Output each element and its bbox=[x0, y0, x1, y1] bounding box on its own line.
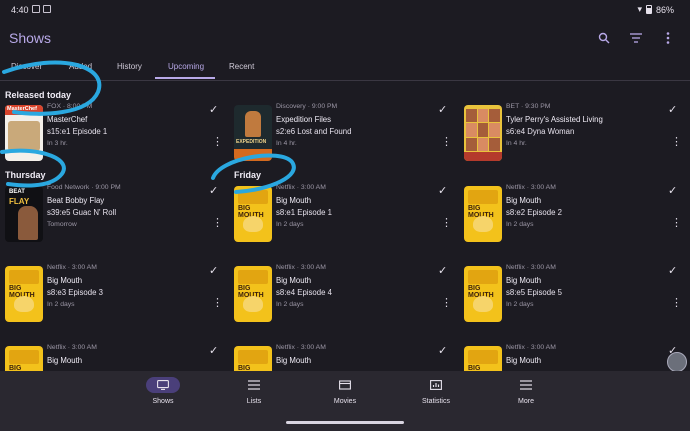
tv-icon bbox=[146, 377, 180, 393]
annotation-stroke bbox=[0, 148, 66, 188]
chart-icon bbox=[419, 377, 453, 393]
nav-label: Statistics bbox=[421, 398, 450, 405]
annotation-strokes bbox=[0, 60, 296, 194]
nav-movies[interactable]: Movies bbox=[310, 377, 380, 405]
nav-statistics[interactable]: Statistics bbox=[401, 377, 471, 405]
nav-label: More bbox=[518, 398, 534, 405]
nav-shows[interactable]: Shows bbox=[128, 377, 198, 405]
movie-icon bbox=[328, 377, 362, 393]
menu-icon bbox=[509, 377, 543, 393]
annotation-stroke bbox=[211, 153, 296, 194]
gesture-handle[interactable] bbox=[286, 421, 404, 424]
nav-more[interactable]: More bbox=[491, 377, 561, 405]
nav-label: Shows bbox=[152, 398, 174, 405]
nav-label: Movies bbox=[333, 398, 357, 405]
list-icon bbox=[237, 377, 271, 393]
annotation-stroke bbox=[2, 60, 102, 116]
floating-avatar[interactable] bbox=[667, 352, 687, 372]
nav-label: Lists bbox=[246, 398, 262, 405]
nav-lists[interactable]: Lists bbox=[219, 377, 289, 405]
